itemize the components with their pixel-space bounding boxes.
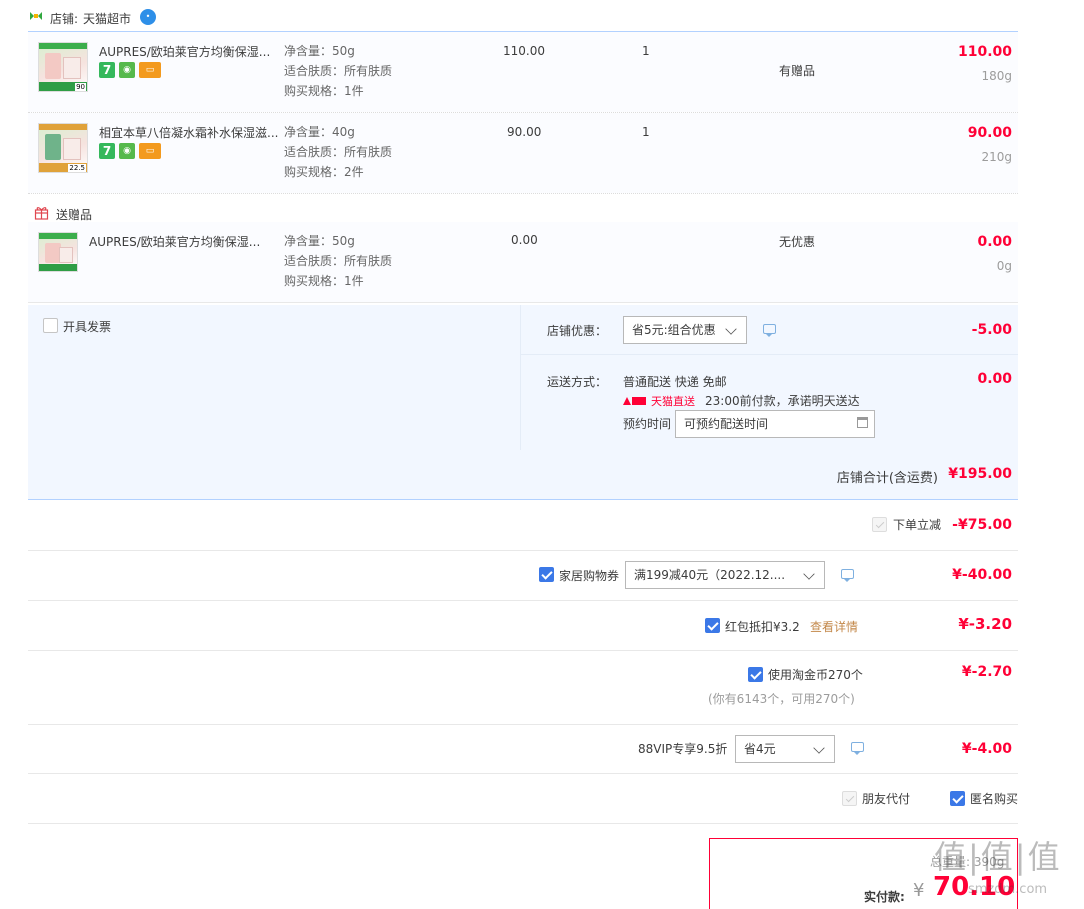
item-weight: 180g — [981, 69, 1012, 83]
promo-info: 有赠品 — [779, 64, 816, 78]
home-coupon-select[interactable]: 满199减40元（2022.12.... — [625, 561, 825, 589]
message-icon[interactable] — [763, 324, 776, 337]
shop-discount-select[interactable]: 省5元:组合优惠 — [623, 316, 747, 344]
card-payment-icon: ▭ — [139, 62, 161, 78]
anonymous-label: 匿名购买 — [970, 792, 1019, 806]
seven-day-return-icon: 7 — [99, 143, 115, 159]
store-icon — [29, 10, 43, 22]
store-label: 店铺: — [50, 12, 79, 26]
store-total-amount: ¥195.00 — [948, 466, 1012, 482]
tmall-direct-icon — [623, 394, 647, 406]
red-packet-label: 红包抵扣¥3.2 — [725, 620, 800, 634]
seven-day-return-icon: 7 — [99, 62, 115, 78]
chevron-down-icon — [803, 568, 815, 580]
vip-amount: ¥-4.00 — [961, 741, 1012, 757]
gift-title[interactable]: AUPRES/欧珀莱官方均衡保湿... — [89, 233, 269, 250]
product-sku: 净含量：50g 适合肤质：所有肤质 购买规格：1件 — [284, 44, 393, 98]
unit-price: 90.00 — [507, 125, 542, 139]
quality-badge-icon: ◉ — [119, 62, 135, 78]
red-packet-amount: ¥-3.20 — [958, 615, 1012, 633]
home-coupon-amount: ¥-40.00 — [952, 567, 1012, 583]
gift-promo: 无优惠 — [779, 235, 816, 249]
vip-label: 88VIP专享9.5折 — [638, 742, 728, 756]
product-title[interactable]: AUPRES/欧珀莱官方均衡保湿... — [99, 43, 279, 60]
anonymous-checkbox[interactable] — [950, 791, 965, 806]
store-name[interactable]: 天猫超市 — [83, 10, 131, 27]
invoice-label: 开具发票 — [63, 320, 112, 334]
product-thumbnail[interactable]: 22.5 — [38, 123, 88, 173]
home-coupon-checkbox[interactable] — [539, 567, 554, 582]
shipping-method: 普通配送 快递 免邮 — [623, 375, 727, 389]
shop-discount-amount: -5.00 — [971, 322, 1012, 338]
schedule-time-input[interactable]: 可预约配送时间 — [675, 410, 875, 438]
chevron-down-icon — [725, 323, 737, 335]
schedule-label: 预约时间 — [623, 417, 672, 431]
friend-pay-label: 朋友代付 — [862, 792, 911, 806]
product-thumbnail[interactable]: 90 — [38, 42, 88, 92]
taojinbi-note: (你有6143个，可用270个) — [708, 692, 855, 706]
product-sku: 净含量：40g 适合肤质：所有肤质 购买规格：2件 — [284, 125, 393, 179]
watermark-logo: 值|值|值 — [934, 838, 1062, 876]
chevron-down-icon — [813, 742, 825, 754]
tmall-direct-label: 天猫直送 — [651, 395, 695, 408]
shipping-amount: 0.00 — [977, 371, 1012, 387]
instant-discount-checkbox — [872, 517, 887, 532]
unit-price: 110.00 — [503, 44, 545, 58]
shop-discount-label: 店铺优惠： — [547, 324, 608, 338]
shipping-promise: 23:00前付款，承诺明天送达 — [705, 394, 860, 408]
quality-badge-icon: ◉ — [119, 143, 135, 159]
gift-icon — [34, 205, 49, 220]
friend-pay-checkbox[interactable] — [842, 791, 857, 806]
item-subtotal: 90.00 — [967, 125, 1012, 141]
quantity: 1 — [642, 125, 650, 139]
card-payment-icon: ▭ — [139, 143, 161, 159]
payment-label: 实付款: — [864, 890, 905, 904]
gift-sku: 净含量：50g 适合肤质：所有肤质 购买规格：1件 — [284, 234, 393, 288]
vip-select[interactable]: 省4元 — [735, 735, 835, 763]
instant-discount-amount: -¥75.00 — [952, 517, 1012, 533]
invoice-checkbox[interactable] — [43, 318, 58, 333]
item-weight: 210g — [981, 150, 1012, 164]
calendar-icon — [857, 417, 868, 428]
watermark-url: smzdm.com — [968, 882, 1048, 897]
taojinbi-amount: ¥-2.70 — [961, 664, 1012, 680]
quantity: 1 — [642, 44, 650, 58]
gift-unit-price: 0.00 — [511, 233, 538, 247]
gift-weight: 0g — [996, 259, 1012, 273]
message-icon[interactable] — [851, 742, 864, 755]
wangwang-chat-icon[interactable]: • — [140, 9, 156, 25]
payment-currency: ¥ — [913, 880, 925, 901]
taojinbi-label: 使用淘金币270个 — [768, 668, 863, 682]
taojinbi-checkbox[interactable] — [748, 667, 763, 682]
message-icon[interactable] — [841, 569, 854, 582]
red-packet-checkbox[interactable] — [705, 618, 720, 633]
item-subtotal: 110.00 — [957, 44, 1012, 60]
gift-subtotal: 0.00 — [977, 234, 1012, 250]
home-coupon-label: 家居购物券 — [559, 569, 620, 583]
gift-header: 送赠品 — [56, 208, 93, 222]
red-packet-details-link[interactable]: 查看详情 — [810, 618, 858, 635]
product-title[interactable]: 相宜本草八倍凝水霜补水保湿滋... — [99, 124, 279, 141]
shipping-label: 运送方式： — [547, 375, 608, 389]
gift-thumbnail[interactable] — [38, 232, 78, 272]
